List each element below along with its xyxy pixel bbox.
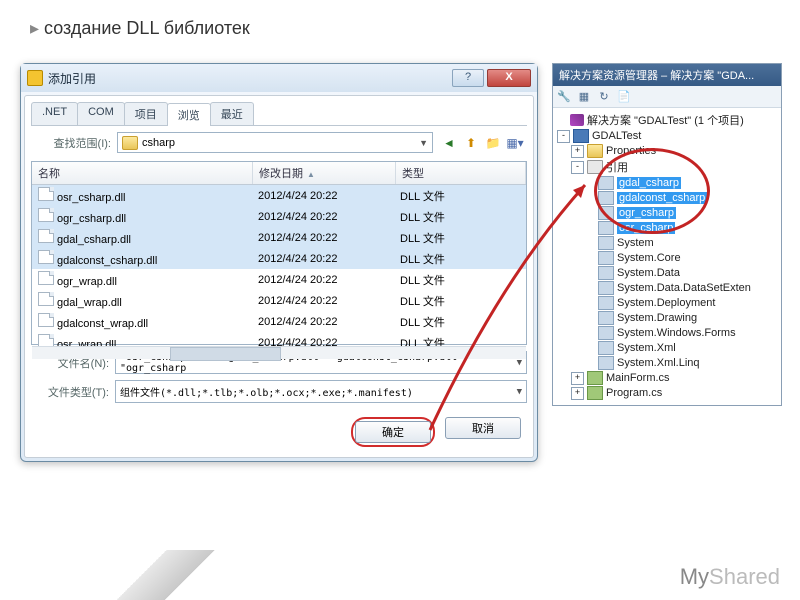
tree-node[interactable]: System.Core [555, 251, 779, 266]
back-icon[interactable]: ◄ [439, 133, 459, 153]
help-button[interactable]: ? [452, 69, 484, 87]
tree-node[interactable]: 解决方案 "GDALTest" (1 个项目) [555, 112, 779, 129]
tree-node[interactable]: System.Drawing [555, 311, 779, 326]
ok-button[interactable]: 确定 [355, 421, 431, 443]
file-row[interactable]: ogr_csharp.dll2012/4/24 20:22DLL 文件 [32, 206, 526, 227]
newfolder-icon[interactable]: 📁 [483, 133, 503, 153]
tree-node[interactable]: System.Deployment [555, 296, 779, 311]
tree-node[interactable]: -GDALTest [555, 129, 779, 144]
close-button[interactable]: X [487, 69, 531, 87]
file-row[interactable]: gdalconst_wrap.dll2012/4/24 20:22DLL 文件 [32, 311, 526, 332]
file-row[interactable]: ogr_wrap.dll2012/4/24 20:22DLL 文件 [32, 269, 526, 290]
file-row[interactable]: gdal_wrap.dll2012/4/24 20:22DLL 文件 [32, 290, 526, 311]
refresh-icon[interactable]: ↻ [595, 88, 613, 105]
solution-tree: 解决方案 "GDALTest" (1 个项目)-GDALTest+Propert… [553, 108, 781, 405]
up-icon[interactable]: ⬆ [461, 133, 481, 153]
add-reference-dialog: 添加引用 ? X .NETCOM项目浏览最近 查找范围(I): csharp ▼… [20, 63, 538, 462]
tab-bar: .NETCOM项目浏览最近 [31, 102, 527, 126]
slide-title: создание DLL библиотек [30, 18, 250, 39]
tree-node[interactable]: osr_csharp [555, 221, 779, 236]
lookin-combo[interactable]: csharp ▼ [117, 132, 433, 153]
tree-node[interactable]: -引用 [555, 159, 779, 176]
chevron-down-icon[interactable]: ▼ [419, 138, 428, 148]
cancel-button[interactable]: 取消 [445, 417, 521, 439]
tab-项目[interactable]: 项目 [124, 102, 168, 125]
dialog-titlebar[interactable]: 添加引用 ? X [21, 64, 537, 92]
folder-icon [122, 136, 138, 150]
tree-node[interactable]: gdalconst_csharp [555, 191, 779, 206]
filetype-label: 文件类型(T): [31, 384, 109, 400]
dialog-icon [27, 70, 43, 86]
watermark: MyShared [680, 564, 780, 590]
viewcode-icon[interactable]: 📄 [615, 88, 633, 105]
tree-node[interactable]: +MainForm.cs [555, 371, 779, 386]
lookin-value: csharp [142, 137, 175, 149]
tree-node[interactable]: System.Xml [555, 341, 779, 356]
col-name[interactable]: 名称 [32, 162, 253, 184]
decorative-stripe [0, 550, 320, 600]
lookin-label: 查找范围(I): [33, 135, 111, 151]
properties-icon[interactable]: 🔧 [555, 88, 573, 105]
tab-浏览[interactable]: 浏览 [167, 103, 211, 126]
tab-com[interactable]: COM [77, 102, 125, 125]
tree-node[interactable]: +Program.cs [555, 386, 779, 401]
tree-node[interactable]: System.Windows.Forms [555, 326, 779, 341]
tab-.net[interactable]: .NET [31, 102, 78, 125]
tree-node[interactable]: System [555, 236, 779, 251]
tree-node[interactable]: gdal_csharp [555, 176, 779, 191]
horizontal-scrollbar[interactable] [32, 346, 526, 359]
tree-node[interactable]: ogr_csharp [555, 206, 779, 221]
filetype-combo[interactable]: 组件文件(*.dll;*.tlb;*.olb;*.ocx;*.exe;*.man… [115, 380, 527, 403]
views-icon[interactable]: ▦▾ [505, 133, 525, 153]
se-title: 解决方案资源管理器 – 解决方案 "GDA... [553, 64, 781, 86]
col-type[interactable]: 类型 [396, 162, 526, 184]
file-list: 名称 修改日期▲ 类型 osr_csharp.dll2012/4/24 20:2… [31, 161, 527, 345]
file-row[interactable]: osr_csharp.dll2012/4/24 20:22DLL 文件 [32, 185, 526, 206]
tree-node[interactable]: System.Xml.Linq [555, 356, 779, 371]
tree-node[interactable]: +Properties [555, 144, 779, 159]
dialog-title: 添加引用 [48, 70, 449, 87]
file-row[interactable]: gdalconst_csharp.dll2012/4/24 20:22DLL 文… [32, 248, 526, 269]
tab-最近[interactable]: 最近 [210, 102, 254, 125]
file-row[interactable]: gdal_csharp.dll2012/4/24 20:22DLL 文件 [32, 227, 526, 248]
showall-icon[interactable]: ▦ [575, 88, 593, 105]
solution-explorer: 解决方案资源管理器 – 解决方案 "GDA... 🔧 ▦ ↻ 📄 解决方案 "G… [552, 63, 782, 406]
file-row[interactable]: osr_wrap.dll2012/4/24 20:22DLL 文件 [32, 332, 526, 346]
col-date[interactable]: 修改日期▲ [253, 162, 396, 184]
se-toolbar: 🔧 ▦ ↻ 📄 [553, 86, 781, 108]
tree-node[interactable]: System.Data [555, 266, 779, 281]
tree-node[interactable]: System.Data.DataSetExten [555, 281, 779, 296]
